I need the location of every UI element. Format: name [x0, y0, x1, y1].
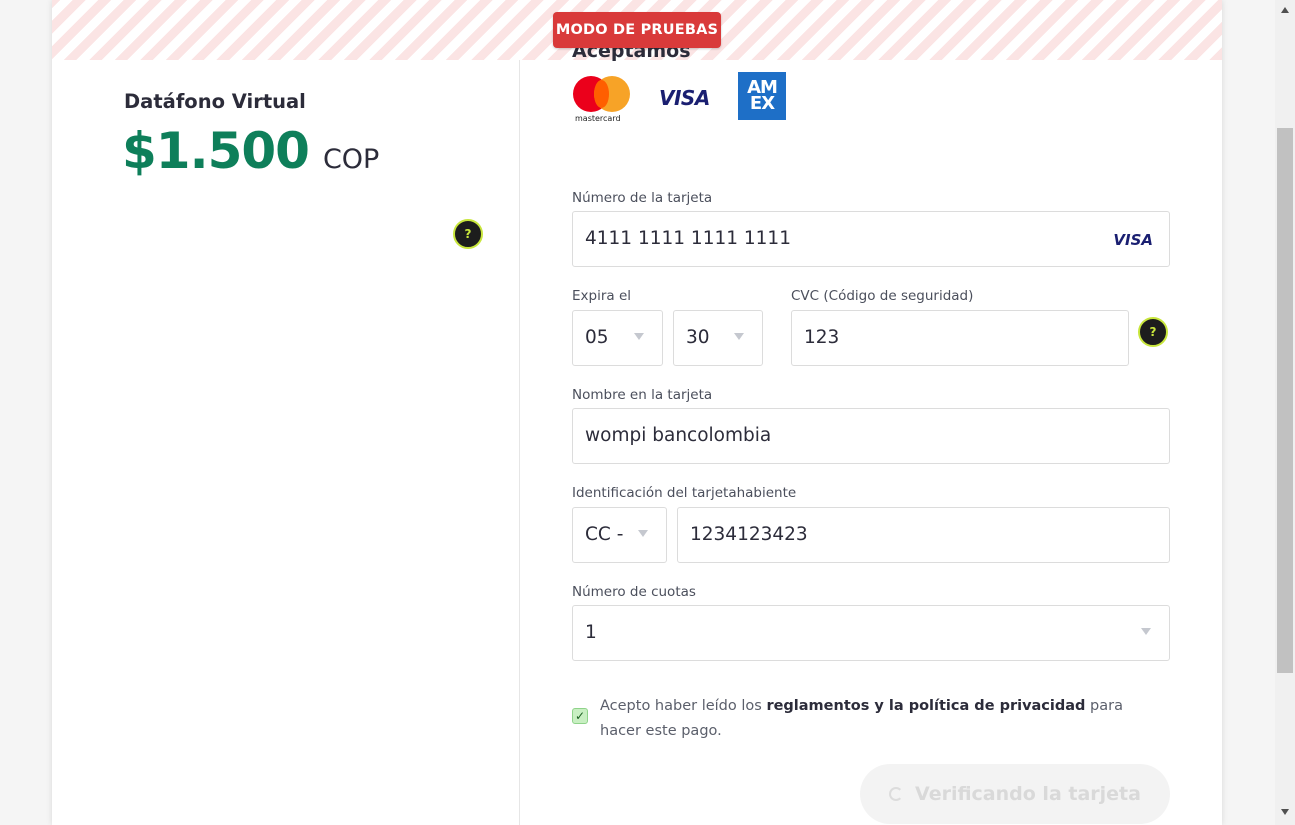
scroll-up-arrow-icon[interactable] [1281, 7, 1289, 13]
page-scrollbar[interactable] [1275, 0, 1295, 825]
cardholder-name-label: Nombre en la tarjeta [572, 387, 713, 403]
id-number-input[interactable]: 1234123423 [677, 507, 1170, 563]
card-brand-visa-icon: VISA [1113, 231, 1153, 249]
cvc-label: CVC (Código de seguridad) [791, 288, 974, 304]
expiry-year-value: 30 [686, 327, 710, 348]
cvc-input[interactable]: 123 [791, 310, 1129, 366]
visa-logo-icon: VISA [659, 86, 710, 110]
test-mode-badge: MODO DE PRUEBAS [553, 12, 721, 48]
checkout-card: MODO DE PRUEBAS Datáfono Virtual $1.500 … [52, 0, 1222, 825]
installments-select[interactable]: 1 [572, 605, 1170, 661]
cardholder-name-input[interactable]: wompi bancolombia [572, 408, 1170, 464]
cvc-help-icon[interactable]: ? [1138, 317, 1168, 347]
terms-text: Acepto haber leído los reglamentos y la … [600, 694, 1160, 744]
amount-display: $1.500 COP [122, 122, 379, 180]
column-divider [519, 60, 520, 825]
mastercard-logo-icon: mastercard [572, 76, 632, 123]
expiry-label: Expira el [572, 288, 632, 304]
id-number-value: 1234123423 [690, 524, 808, 545]
expiry-month-value: 05 [585, 327, 609, 348]
installments-label: Número de cuotas [572, 584, 696, 600]
help-icon[interactable]: ? [453, 219, 483, 249]
chevron-down-icon [734, 333, 744, 340]
identification-label: Identificación del tarjetahabiente [572, 485, 797, 501]
verify-card-button[interactable]: Verificando la tarjeta [860, 764, 1170, 824]
id-type-value: CC - [585, 524, 624, 545]
loading-spinner-icon [889, 787, 904, 801]
expiry-month-select[interactable]: 05 [572, 310, 663, 366]
installments-value: 1 [585, 622, 597, 643]
id-type-select[interactable]: CC - [572, 507, 667, 563]
expiry-year-select[interactable]: 30 [673, 310, 763, 366]
cardholder-name-value: wompi bancolombia [585, 425, 772, 446]
amount-currency: COP [322, 144, 380, 175]
verify-card-label: Verificando la tarjeta [915, 783, 1141, 805]
terms-link[interactable]: reglamentos y la política de privacidad [766, 698, 1085, 714]
chevron-down-icon [634, 333, 644, 340]
card-number-input[interactable]: 4111 1111 1111 1111 VISA [572, 211, 1170, 267]
terms-checkbox[interactable]: ✓ [572, 708, 588, 724]
scroll-thumb[interactable] [1277, 128, 1293, 673]
checkout-page: MODO DE PRUEBAS Datáfono Virtual $1.500 … [0, 0, 1295, 825]
card-number-value: 4111 1111 1111 1111 [585, 228, 791, 249]
amex-logo-icon: AM EX [738, 72, 786, 120]
cvc-value: 123 [804, 327, 840, 348]
chevron-down-icon [1141, 628, 1151, 635]
scroll-down-arrow-icon[interactable] [1281, 809, 1289, 815]
mastercard-label: mastercard [575, 114, 621, 123]
amount-value: $1.500 [122, 122, 310, 180]
merchant-name: Datáfono Virtual [124, 90, 306, 113]
accepted-brands: mastercard VISA AM EX [572, 72, 872, 123]
card-number-label: Número de la tarjeta [572, 190, 713, 206]
terms-prefix: Acepto haber leído los [600, 698, 767, 714]
chevron-down-icon [638, 530, 648, 537]
